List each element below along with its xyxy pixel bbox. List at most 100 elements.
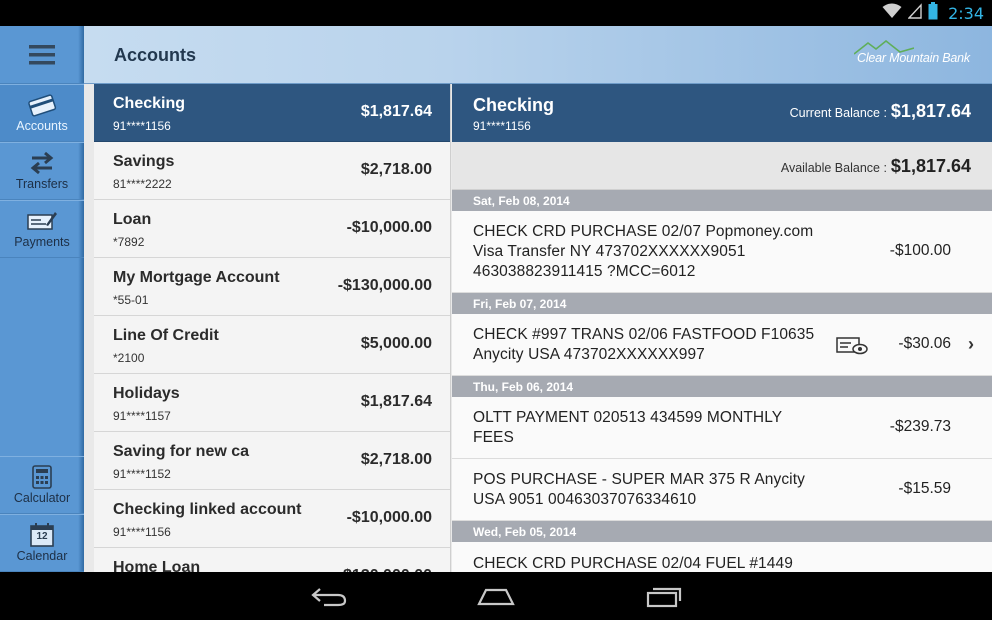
account-name: My Mortgage Account — [113, 269, 280, 286]
account-number: *55-01 — [113, 293, 149, 307]
chevron-right-icon[interactable]: › — [968, 334, 974, 355]
account-name: Home Loan — [113, 559, 201, 572]
transaction-description-line: Anycity USA 473702XXXXXX997 — [473, 346, 705, 363]
account-balance: $2,718.00 — [360, 161, 432, 178]
home-button[interactable] — [476, 584, 516, 613]
transaction-row[interactable]: OLTT PAYMENT 020513 434599 MONTHLY FEES -$… — [452, 397, 992, 459]
home-icon — [477, 588, 515, 606]
account-row[interactable]: Checking 91****1156 $1,817.64 — [94, 84, 450, 142]
date-header: Wed, Feb 05, 2014 — [452, 521, 992, 542]
sidebar-item-calendar[interactable]: 12 Calendar — [0, 514, 84, 572]
account-row[interactable]: Checking linked account 91****1156 -$10,00… — [94, 490, 450, 548]
navigation-bar — [0, 572, 992, 620]
transaction-description-line: POS PURCHASE - SUPER MAR 375 R Anycity — [473, 471, 805, 488]
transaction-amount: -$239.73 — [889, 418, 951, 435]
card-icon — [27, 93, 57, 117]
account-number: 91****1156 — [113, 119, 171, 133]
transaction-description-line: CHECK #997 TRANS 02/06 FASTFOOD F10635 — [473, 326, 815, 343]
sidebar-item-label: Accounts — [16, 119, 68, 133]
header-bar: Accounts Clear Mountain Bank — [84, 26, 992, 84]
sidebar-item-label: Calculator — [13, 491, 71, 505]
hamburger-icon — [29, 44, 55, 64]
account-balance: -$130,000.00 — [337, 277, 432, 294]
available-balance-row: Available Balance : $1,817.64 — [452, 142, 992, 190]
date-header: Fri, Feb 07, 2014 — [452, 293, 992, 314]
transfer-arrows-icon — [28, 151, 56, 175]
account-row[interactable]: Saving for new ca 91****1152 $2,718.00 — [94, 432, 450, 490]
transaction-description: CHECK CRD PURCHASE 02/07 Popmoney.com Vis… — [473, 222, 833, 282]
transaction-row[interactable]: POS PURCHASE - SUPER MAR 375 R Anycity US… — [452, 459, 992, 521]
calculator-icon — [32, 465, 52, 489]
calendar-icon: 12 — [30, 523, 54, 547]
transaction-amount: -$30.06 — [898, 335, 951, 352]
check-image-icon[interactable] — [836, 337, 868, 360]
sidebar-item-label: Calendar — [16, 549, 68, 563]
sidebar-item-payments[interactable]: Payments — [0, 200, 84, 258]
sidebar-item-transfers[interactable]: Transfers — [0, 142, 84, 200]
account-row[interactable]: Savings 81****2222 $2,718.00 — [94, 142, 450, 200]
available-balance-value: $1,817.64 — [890, 156, 971, 176]
transaction-description: POS PURCHASE - SUPER MAR 375 R Anycity US… — [473, 470, 833, 510]
account-number: 81****2222 — [113, 177, 172, 191]
status-icons: 2:34 — [882, 0, 984, 26]
sidebar-item-accounts[interactable]: Accounts — [0, 84, 84, 142]
accounts-list: Checking 91****1156 $1,817.64 Savings 81****… — [94, 84, 451, 572]
account-row[interactable]: Loan *7892 -$10,000.00 — [94, 200, 450, 258]
account-name: Checking linked account — [113, 501, 302, 518]
sidebar: Accounts Transfers Payments Calculator 1… — [0, 26, 84, 572]
account-number: *2100 — [113, 351, 145, 365]
account-name: Loan — [113, 211, 152, 228]
transaction-description-line: CHECK CRD PURCHASE 02/04 FUEL #1449 — [473, 555, 793, 572]
transaction-row[interactable]: CHECK #997 TRANS 02/06 FASTFOOD F10635 An… — [452, 314, 992, 376]
available-balance: Available Balance : $1,817.64 — [781, 156, 971, 177]
account-number: *7892 — [113, 235, 145, 249]
transaction-description-line: Visa Transfer NY 473702XXXXXX9051 — [473, 243, 746, 260]
current-balance: Current Balance : $1,817.64 — [790, 101, 971, 122]
battery-icon — [928, 1, 938, 25]
sidebar-item-label: Transfers — [15, 177, 69, 191]
account-row[interactable]: Home Loan-$130,000.00 — [94, 548, 450, 572]
transaction-description: OLTT PAYMENT 020513 434599 MONTHLY FEES — [473, 408, 833, 448]
brand-logo: Clear Mountain Bank — [854, 40, 972, 70]
transaction-row[interactable]: CHECK CRD PURCHASE 02/04 FUEL #1449 — [452, 542, 992, 572]
account-balance: -$10,000.00 — [346, 219, 432, 236]
detail-account-name: Checking — [473, 95, 555, 115]
sidebar-item-label: Payments — [14, 235, 70, 249]
sidebar-item-calculator[interactable]: Calculator — [0, 456, 84, 514]
transaction-description: CHECK #997 TRANS 02/06 FASTFOOD F10635 An… — [473, 325, 833, 365]
account-name: Savings — [113, 153, 175, 170]
account-name: Holidays — [113, 385, 180, 402]
account-number: 91****1156 — [113, 525, 171, 539]
transaction-description-line: FEES — [473, 429, 514, 446]
back-button[interactable] — [310, 584, 348, 613]
brand-name: Clear Mountain Bank — [857, 51, 970, 65]
transaction-description-line: OLTT PAYMENT 020513 434599 MONTHLY — [473, 409, 783, 426]
date-header: Sat, Feb 08, 2014 — [452, 190, 992, 211]
transaction-row[interactable]: CHECK CRD PURCHASE 02/07 Popmoney.com Vis… — [452, 211, 992, 293]
account-balance: $5,000.00 — [360, 335, 432, 352]
transaction-amount: -$100.00 — [889, 242, 951, 259]
status-time: 2:34 — [948, 3, 984, 23]
account-name: Saving for new ca — [113, 443, 250, 460]
transaction-description-line: CHECK CRD PURCHASE 02/07 Popmoney.com — [473, 223, 814, 240]
account-row[interactable]: Line Of Credit *2100 $5,000.00 — [94, 316, 450, 374]
calendar-day: 12 — [36, 531, 48, 542]
account-row[interactable]: My Mortgage Account *55-01 -$130,000.00 — [94, 258, 450, 316]
date-header: Thu, Feb 06, 2014 — [452, 376, 992, 397]
back-icon — [311, 588, 347, 607]
wifi-icon — [882, 3, 902, 24]
account-name: Line Of Credit — [113, 327, 219, 344]
transaction-description-line: USA 9051 00463037076334610 — [473, 491, 697, 508]
check-pen-icon — [26, 209, 58, 233]
available-balance-label: Available Balance : — [780, 161, 887, 175]
account-name: Checking — [113, 95, 186, 112]
recent-apps-button[interactable] — [644, 584, 684, 613]
menu-button[interactable] — [0, 26, 84, 84]
detail-account-number: 91****1156 — [473, 119, 531, 133]
app-window: Accounts Transfers Payments Calculator 1… — [0, 26, 992, 572]
account-row[interactable]: Holidays 91****1157 $1,817.64 — [94, 374, 450, 432]
account-balance: $2,718.00 — [360, 451, 432, 468]
account-number: 91****1152 — [113, 467, 171, 481]
account-balance: $1,817.64 — [360, 393, 432, 410]
signal-icon — [907, 2, 922, 24]
